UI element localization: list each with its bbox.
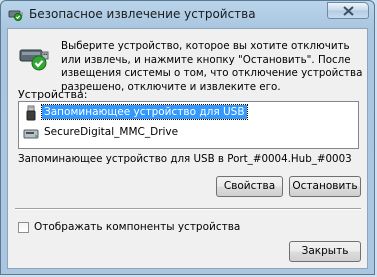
usb-drive-icon <box>23 105 39 121</box>
hardware-icon <box>8 7 24 21</box>
stop-button[interactable]: Остановить <box>289 176 361 197</box>
show-components-checkbox[interactable] <box>18 222 29 233</box>
properties-button[interactable]: Свойства <box>216 176 283 197</box>
devices-label: Устройства: <box>18 88 88 101</box>
card-reader-icon <box>23 125 39 141</box>
close-icon <box>343 6 354 16</box>
device-list[interactable]: Запоминающее устройство для USB SecureDi… <box>18 101 359 149</box>
device-label: Запоминающее устройство для USB <box>41 104 248 120</box>
safely-remove-hardware-icon <box>18 41 50 73</box>
close-window-button[interactable] <box>327 2 369 19</box>
separator <box>15 208 361 210</box>
window-title: Безопасное извлечение устройства <box>29 7 256 21</box>
instructions-text: Выберите устройство, которое вы хотите о… <box>61 40 363 93</box>
safe-removal-dialog: Безопасное извлечение устройства Выберит… <box>0 0 375 275</box>
close-button[interactable]: Закрыть <box>289 241 361 262</box>
device-label: SecureDigital_MMC_Drive <box>44 126 179 138</box>
device-description: Запоминающее устройство для USB в Port_#… <box>18 153 352 165</box>
title-bar[interactable]: Безопасное извлечение устройства <box>1 1 374 27</box>
dialog-client-area: Выберите устройство, которое вы хотите о… <box>7 28 368 269</box>
show-components-label[interactable]: Отображать компоненты устройства <box>34 221 240 233</box>
